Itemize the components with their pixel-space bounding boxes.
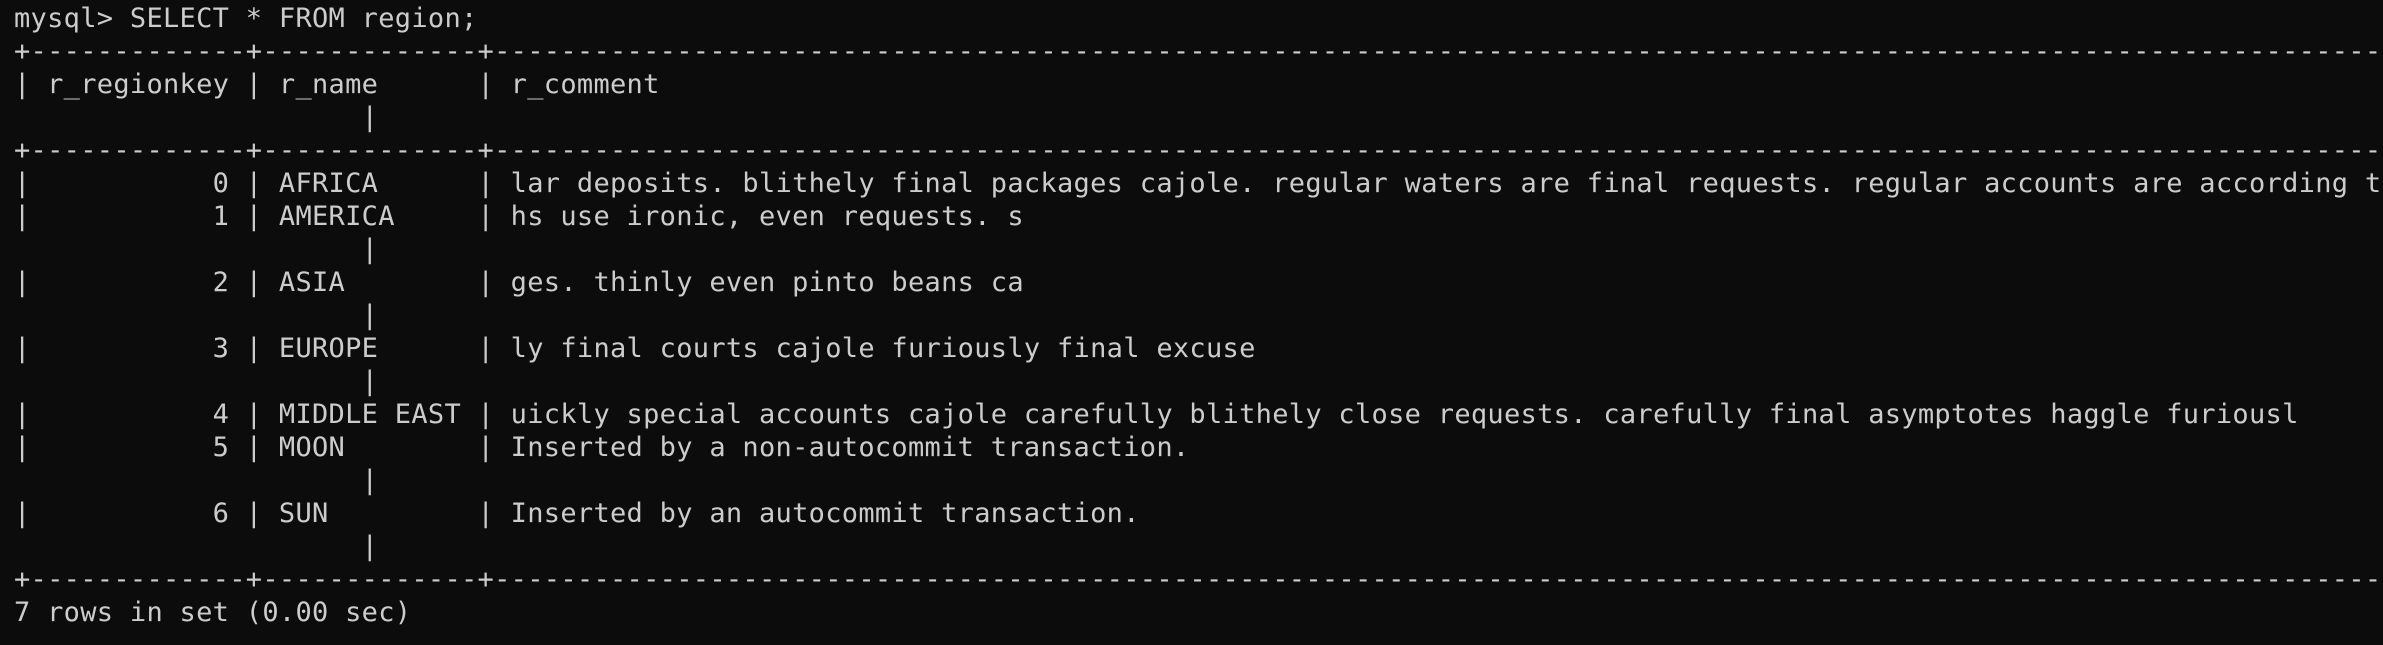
table-row-wrap: | (14, 465, 379, 496)
terminal-window[interactable]: mysql> SELECT * FROM region; +----------… (0, 0, 2383, 645)
table-row-wrap: | (14, 300, 379, 331)
table-header-row: | r_regionkey | r_name | r_comment (14, 69, 660, 100)
table-row: | 3 | EUROPE | ly final courts cajole fu… (14, 333, 1256, 364)
table-row: | 6 | SUN | Inserted by an autocommit tr… (14, 498, 1140, 529)
table-row: | 0 | AFRICA | lar deposits. blithely fi… (14, 168, 2383, 199)
table-border-bottom: +-------------+-------------+-----------… (14, 564, 2383, 595)
table-row: | 4 | MIDDLE EAST | uickly special accou… (14, 399, 2383, 430)
table-row-wrap: | (14, 531, 379, 562)
table-border-header: +-------------+-------------+-----------… (14, 135, 2383, 166)
table-row-wrap: | (14, 366, 379, 397)
table-row: | 1 | AMERICA | hs use ironic, even requ… (14, 201, 1024, 232)
table-border-top: +-------------+-------------+-----------… (14, 36, 2383, 67)
table-header-wrap: | (14, 102, 379, 133)
table-row: | 2 | ASIA | ges. thinly even pinto bean… (14, 267, 1024, 298)
table-row-wrap: | (14, 234, 379, 265)
command-prompt-line: mysql> SELECT * FROM region; (14, 3, 478, 34)
table-row: | 5 | MOON | Inserted by a non-autocommi… (14, 432, 1190, 463)
result-summary: 7 rows in set (0.00 sec) (14, 597, 412, 628)
